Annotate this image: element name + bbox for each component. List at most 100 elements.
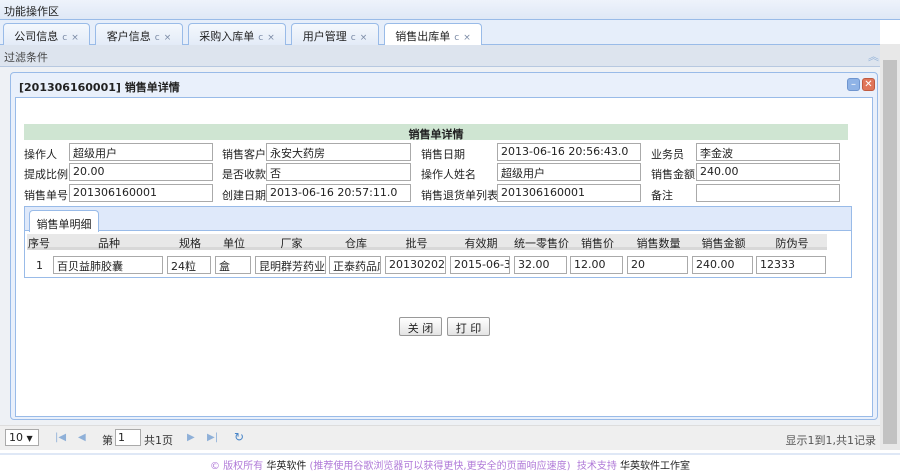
field-input[interactable]: 2013-06-16 20:57:11.0 <box>266 184 411 202</box>
print-button[interactable]: 打 印 <box>447 317 490 336</box>
last-page-icon[interactable]: ▶| <box>207 432 218 443</box>
tab-customer-info[interactable]: 客户信息 c × <box>95 23 183 45</box>
field-input[interactable] <box>696 184 840 202</box>
page-total: 共1页 <box>144 434 173 447</box>
field-label: 销售单号 <box>24 189 68 202</box>
close-button[interactable]: 关 闭 <box>399 317 442 336</box>
field-label: 操作人姓名 <box>421 168 476 181</box>
field-input[interactable]: 永安大药房 <box>266 143 411 161</box>
column-header: 序号 <box>28 237 50 250</box>
field-input[interactable]: 201306160001 <box>497 184 641 202</box>
cell-input[interactable]: 百贝益肺胶囊 <box>53 256 163 274</box>
cell-input[interactable]: 12.00 <box>570 256 623 274</box>
column-header: 厂家 <box>280 237 303 250</box>
cell-input[interactable]: 12333 <box>756 256 826 274</box>
page-scrollbar[interactable] <box>880 44 900 450</box>
area-title-bar: 功能操作区 <box>0 0 900 20</box>
field-input[interactable]: 超级用户 <box>69 143 213 161</box>
close-icon[interactable]: × <box>267 33 275 43</box>
tab-purchase-in[interactable]: 采购入库单 c × <box>188 23 286 45</box>
refresh-icon[interactable]: c <box>258 33 263 43</box>
tab-strip: 公司信息 c × 客户信息 c × 采购入库单 c × 用户管理 c × 销售出库单 c × <box>0 20 880 46</box>
column-header: 统一零售价 <box>514 237 569 250</box>
field-input[interactable]: 超级用户 <box>497 163 641 181</box>
tab-company-info[interactable]: 公司信息 c × <box>3 23 90 45</box>
close-icon[interactable]: × <box>71 33 79 43</box>
cell-input[interactable]: 240.00 <box>692 256 753 274</box>
footer: © 版权所有 华英软件 (推荐使用谷歌浏览器可以获得更快,更安全的页面响应速度)… <box>0 453 900 472</box>
collapse-icon[interactable]: ︽ <box>868 48 879 64</box>
field-input[interactable]: 20.00 <box>69 163 213 181</box>
close-icon[interactable]: × <box>463 33 471 43</box>
row-index: 1 <box>36 259 43 272</box>
filter-title: 过滤条件 <box>4 51 48 64</box>
support-label: 技术支持 <box>576 461 617 472</box>
minimize-icon[interactable]: – <box>847 78 860 91</box>
page-size-select[interactable]: 10 ▼ <box>5 429 39 446</box>
page-size-value: 10 <box>9 431 23 444</box>
field-input[interactable]: 201306160001 <box>69 184 213 202</box>
field-label: 销售日期 <box>421 148 465 161</box>
cell-input[interactable]: 24粒 <box>167 256 211 274</box>
column-header: 销售价 <box>581 237 614 250</box>
refresh-icon[interactable]: c <box>454 33 459 43</box>
field-input[interactable]: 否 <box>266 163 411 181</box>
field-label: 业务员 <box>651 148 684 161</box>
cell-input[interactable]: 20 <box>627 256 688 274</box>
field-label: 操作人 <box>24 148 57 161</box>
scrollbar-thumb[interactable] <box>883 60 897 444</box>
area-title: 功能操作区 <box>4 5 59 18</box>
sales-detail-dialog: [201306160001] 销售单详情 – ✕ 销售单详情 操作人 超级用户 销售… <box>10 72 878 420</box>
next-page-icon[interactable]: ▶ <box>187 432 195 443</box>
dialog-title: [201306160001] 销售单详情 <box>19 81 180 94</box>
support-name: 华英软件工作室 <box>620 461 691 472</box>
tab-sales-detail[interactable]: 销售单明细 <box>29 210 99 232</box>
column-header: 规格 <box>179 237 201 250</box>
field-label: 创建日期 <box>222 189 266 202</box>
filter-bar: 过滤条件 ︽ <box>0 45 880 67</box>
cell-input[interactable]: 昆明群芳药业 <box>255 256 326 274</box>
tab-label: 用户管理 <box>302 30 347 43</box>
close-icon[interactable]: ✕ <box>862 78 875 91</box>
tab-label: 客户信息 <box>106 30 151 43</box>
cell-input[interactable]: 2015-06-30 <box>450 256 510 274</box>
column-header: 仓库 <box>345 237 367 250</box>
record-summary: 显示1到1,共1记录 <box>785 434 877 447</box>
refresh-icon[interactable]: c <box>155 33 160 43</box>
cell-input[interactable]: 20130202 <box>385 256 446 274</box>
field-label: 销售金额 <box>651 168 695 181</box>
pagination-bar: 10 ▼ |◀ ◀ 第 1 共1页 ▶ ▶| ↻ 显示1到1,共1记录 <box>0 425 880 450</box>
tab-label: 公司信息 <box>14 30 59 43</box>
column-header: 销售金额 <box>701 237 746 250</box>
refresh-icon[interactable]: c <box>62 33 67 43</box>
chevron-down-icon: ▼ <box>26 434 33 443</box>
tab-label: 销售出库单 <box>395 30 451 43</box>
company-name: 华英软件 <box>266 461 307 472</box>
prev-page-icon[interactable]: ◀ <box>78 432 86 443</box>
cell-input[interactable]: 盒 <box>215 256 251 274</box>
column-header: 防伪号 <box>775 237 809 250</box>
dialog-body: 销售单详情 操作人 超级用户 销售客户 永安大药房 销售日期 2013-06-16 20:… <box>15 97 873 417</box>
detail-tab-bar: 销售单明细 <box>25 207 851 232</box>
first-page-icon[interactable]: |◀ <box>55 432 66 443</box>
field-input[interactable]: 240.00 <box>696 163 840 181</box>
browser-note: (推荐使用谷歌浏览器可以获得更快,更安全的页面响应速度) <box>309 461 571 472</box>
page-number-input[interactable]: 1 <box>115 429 141 446</box>
column-header: 批号 <box>405 237 428 250</box>
field-input[interactable]: 李金波 <box>696 143 840 161</box>
cell-input[interactable]: 正泰药品库 <box>329 256 381 274</box>
tab-sales-out[interactable]: 销售出库单 c × <box>384 23 482 46</box>
detail-panel: 销售单明细 序号 品种 规格 单位 厂家 仓库 批号 有效期 统一零售价 销售价 销售数量 销售金额 防… <box>24 206 852 278</box>
refresh-icon[interactable]: ↻ <box>234 430 244 444</box>
refresh-icon[interactable]: c <box>351 33 356 43</box>
close-icon[interactable]: × <box>360 33 368 43</box>
cell-input[interactable]: 32.00 <box>514 256 567 274</box>
column-header: 有效期 <box>464 237 498 250</box>
field-label: 备注 <box>651 189 673 202</box>
field-label: 是否收款 <box>222 168 266 181</box>
column-header: 品种 <box>98 237 120 250</box>
field-input[interactable]: 2013-06-16 20:56:43.0 <box>497 143 641 161</box>
tab-user-management[interactable]: 用户管理 c × <box>291 23 379 45</box>
page-prefix: 第 <box>102 434 113 447</box>
close-icon[interactable]: × <box>164 33 172 43</box>
